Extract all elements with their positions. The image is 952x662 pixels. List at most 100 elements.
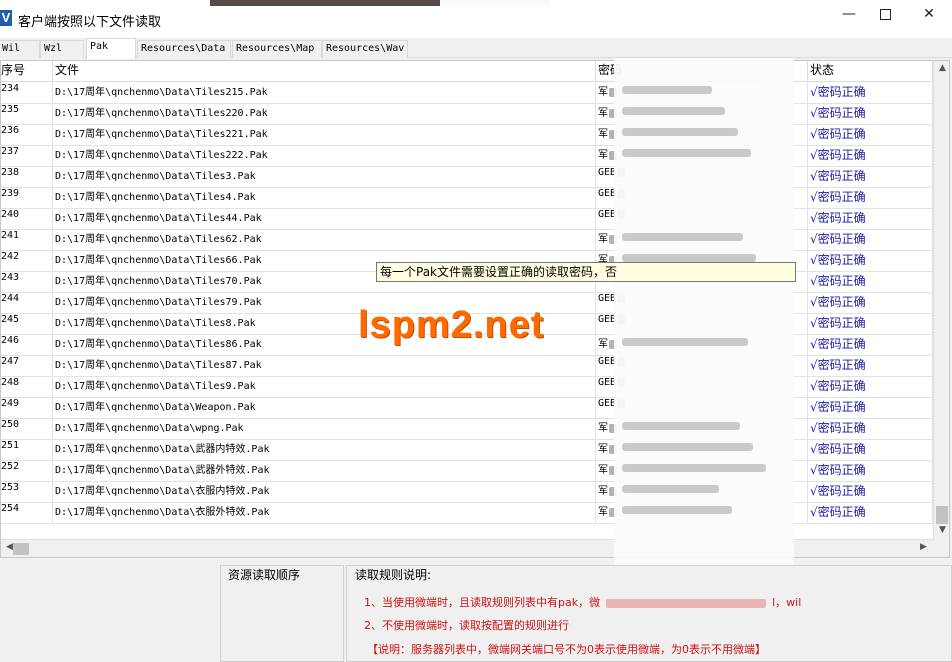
row-number: 234	[1, 83, 53, 103]
row-status: √密码正确	[808, 230, 933, 250]
read-rules-label: 读取规则说明:	[355, 568, 432, 582]
row-number: 241	[1, 230, 53, 250]
row-password-visible: 军	[598, 87, 608, 98]
tab-wzl[interactable]: Wzl	[40, 40, 84, 58]
row-status: √密码正确	[808, 356, 933, 376]
row-status: √密码正确	[808, 377, 933, 397]
redacted-text	[622, 254, 756, 262]
row-status: √密码正确	[808, 419, 933, 439]
resource-order-panel[interactable]: 资源读取顺序	[220, 565, 344, 662]
row-password-visible: 军	[598, 129, 608, 140]
row-number: 251	[1, 440, 53, 460]
tab-resources-wav[interactable]: Resources\Wav	[322, 40, 408, 58]
rule-line-3: 【说明：服务器列表中，微端网关端口号不为0表示使用微端，为0表示不用微端】	[367, 643, 766, 656]
redacted-text	[622, 422, 740, 430]
row-status: √密码正确	[808, 104, 933, 124]
tab-pak[interactable]: Pak	[86, 38, 136, 59]
horizontal-scroll-thumb[interactable]	[13, 543, 29, 555]
row-password-visible: 军	[598, 234, 608, 245]
redacted-text	[606, 598, 767, 608]
row-password-visible: 军	[598, 486, 608, 497]
row-status: √密码正确	[808, 146, 933, 166]
row-file-path: D:\17周年\qnchenmo\Data\武器内特效.Pak	[53, 440, 596, 460]
rule-line-1: 1、当使用微端时，且读取规则列表中有pak，微 l，wil	[364, 594, 801, 610]
rule-line-2: 2、不使用微端时，读取按配置的规则进行	[364, 619, 569, 632]
header-status[interactable]: 状态	[808, 61, 933, 82]
row-file-path: D:\17周年\qnchenmo\Data\Tiles44.Pak	[53, 209, 596, 229]
row-status: √密码正确	[808, 440, 933, 460]
row-status: √密码正确	[808, 482, 933, 502]
vertical-scroll-thumb[interactable]	[936, 506, 948, 524]
resource-order-label: 资源读取顺序	[228, 568, 301, 582]
redacted-text	[622, 485, 719, 493]
rule-line-1-end: l，wil	[772, 596, 802, 609]
tab-strip: Wil Wzl Pak Resources\Data Resources\Map…	[0, 38, 952, 59]
read-rules-panel: 读取规则说明: 1、当使用微端时，且读取规则列表中有pak，微 l，wil 2、不…	[346, 565, 952, 662]
row-status: √密码正确	[808, 398, 933, 418]
tooltip: 每一个Pak文件需要设置正确的读取密码，否	[376, 262, 796, 282]
row-number: 239	[1, 188, 53, 208]
maximize-button[interactable]	[862, 6, 908, 34]
header-num[interactable]: 序号	[1, 61, 53, 82]
window-title: 客户端按照以下文件读取	[18, 15, 162, 30]
watermark: lspm2.net	[358, 304, 545, 346]
row-number: 237	[1, 146, 53, 166]
row-number: 243	[1, 272, 53, 292]
row-file-path: D:\17周年\qnchenmo\Data\武器外特效.Pak	[53, 461, 596, 481]
row-number: 235	[1, 104, 53, 124]
row-file-path: D:\17周年\qnchenmo\Data\Tiles87.Pak	[53, 356, 596, 376]
row-file-path: D:\17周年\qnchenmo\Data\Tiles220.Pak	[53, 104, 596, 124]
row-password-visible: 军	[598, 339, 608, 350]
row-status: √密码正确	[808, 272, 933, 292]
redacted-text	[622, 107, 725, 115]
row-password-visible: 军	[598, 444, 608, 455]
scroll-down-icon[interactable]: ▼	[934, 525, 949, 535]
row-status: √密码正确	[808, 314, 933, 334]
vertical-scrollbar[interactable]: ▲ ▼	[933, 61, 949, 539]
minimize-icon: —	[842, 6, 856, 22]
row-number: 245	[1, 314, 53, 334]
background-window-strip	[210, 0, 440, 6]
row-file-path: D:\17周年\qnchenmo\Data\Tiles4.Pak	[53, 188, 596, 208]
row-status: √密码正确	[808, 83, 933, 103]
redacted-text	[622, 128, 738, 136]
row-file-path: D:\17周年\qnchenmo\Data\Weapon.Pak	[53, 398, 596, 418]
close-button[interactable]: ✕	[906, 6, 952, 34]
tab-resources-map[interactable]: Resources\Map	[232, 40, 322, 58]
tab-wil[interactable]: Wil	[0, 40, 40, 58]
scroll-right-icon[interactable]: ▶	[915, 542, 932, 552]
row-file-path: D:\17周年\qnchenmo\Data\Tiles215.Pak	[53, 83, 596, 103]
row-password-visible: 军	[598, 150, 608, 161]
row-status: √密码正确	[808, 167, 933, 187]
app-icon: V	[0, 10, 12, 26]
row-number: 242	[1, 251, 53, 271]
row-password-visible: 军	[598, 465, 608, 476]
row-number: 252	[1, 461, 53, 481]
row-status: √密码正确	[808, 461, 933, 481]
scroll-up-icon[interactable]: ▲	[934, 63, 949, 73]
tab-resources-data[interactable]: Resources\Data	[137, 40, 231, 58]
redacted-text	[622, 338, 748, 346]
header-file[interactable]: 文件	[53, 61, 596, 82]
row-file-path: D:\17周年\qnchenmo\Data\Tiles62.Pak	[53, 230, 596, 250]
row-number: 248	[1, 377, 53, 397]
row-number: 250	[1, 419, 53, 439]
row-file-path: D:\17周年\qnchenmo\Data\Tiles222.Pak	[53, 146, 596, 166]
row-password-visible: 军	[598, 507, 608, 518]
row-status: √密码正确	[808, 188, 933, 208]
row-password-visible: 军	[598, 423, 608, 434]
background-window-strip-light	[440, 0, 550, 6]
row-password-visible: 军	[598, 108, 608, 119]
row-number: 254	[1, 503, 53, 523]
row-status: √密码正确	[808, 335, 933, 355]
row-status: √密码正确	[808, 125, 933, 145]
row-file-path: D:\17周年\qnchenmo\Data\衣服外特效.Pak	[53, 503, 596, 523]
row-number: 244	[1, 293, 53, 313]
scroll-corner	[933, 539, 949, 557]
close-icon: ✕	[923, 6, 935, 22]
redacted-text	[622, 464, 766, 472]
row-file-path: D:\17周年\qnchenmo\Data\Tiles3.Pak	[53, 167, 596, 187]
row-file-path: D:\17周年\qnchenmo\Data\wpng.Pak	[53, 419, 596, 439]
redacted-text	[622, 443, 753, 451]
title-bar: V 客户端按照以下文件读取 — ✕	[0, 0, 952, 38]
